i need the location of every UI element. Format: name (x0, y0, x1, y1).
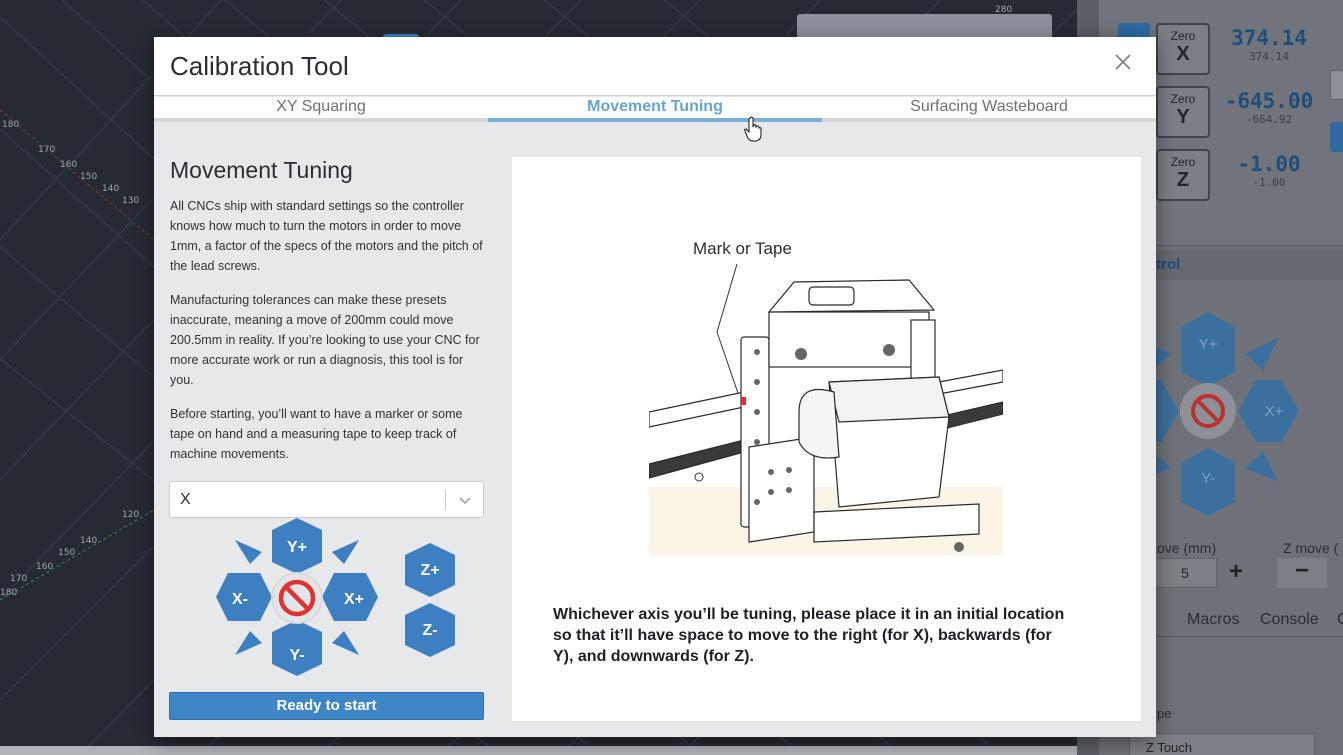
jog-diag-down-left-icon[interactable] (235, 631, 262, 655)
section-title: Movement Tuning (170, 157, 353, 183)
illustration-panel: Mark or Tape Whichever axis you’ll be tu… (512, 157, 1141, 721)
jog-x-minus-label: X- (232, 591, 248, 608)
axis-select[interactable]: X (169, 481, 484, 518)
axis-select-value: X (180, 491, 191, 508)
jog-pad: Y+ Y- X- X+ Z+ Z- (216, 518, 455, 676)
jog-diag-up-left-icon[interactable] (235, 540, 262, 564)
cnc-gantry-illustration: Mark or Tape (649, 242, 1003, 555)
ready-to-start-button[interactable]: Ready to start (169, 692, 484, 720)
mark-or-tape-label: Mark or Tape (693, 242, 792, 258)
jog-diag-up-right-icon[interactable] (332, 540, 359, 564)
tab-xy-squaring[interactable]: XY Squaring (154, 97, 488, 122)
close-icon[interactable] (1110, 49, 1136, 75)
description-paragraph: Before starting, you’ll want to have a m… (170, 407, 463, 461)
hand-cursor-icon (744, 116, 762, 142)
instruction-text: Whichever axis you’ll be tuning, please … (553, 606, 1065, 665)
jog-z-minus-label: Z- (422, 622, 437, 639)
chevron-down-icon[interactable] (458, 493, 472, 507)
modal-title: Calibration Tool (170, 51, 349, 81)
jog-x-plus-label: X+ (344, 591, 364, 608)
tuning-description: Movement Tuning All CNCs ship with stand… (170, 157, 484, 478)
description-paragraph: All CNCs ship with standard settings so … (170, 199, 483, 273)
jog-diag-down-right-icon[interactable] (332, 631, 359, 655)
jog-z-plus-label: Z+ (420, 562, 439, 579)
description-paragraph: Manufacturing tolerances can make these … (170, 293, 480, 387)
tab-movement-tuning[interactable]: Movement Tuning (488, 97, 822, 122)
select-separator (445, 490, 446, 510)
calibration-tabs: XY Squaring Movement Tuning Surfacing Wa… (154, 97, 1156, 122)
calibration-modal: Calibration Tool XY Squaring Movement Tu… (154, 37, 1156, 737)
modal-header: Calibration Tool (154, 37, 1156, 96)
jog-y-minus-label: Y- (289, 647, 304, 664)
jog-y-plus-label: Y+ (287, 539, 307, 556)
tab-surfacing-wasteboard[interactable]: Surfacing Wasteboard (822, 97, 1156, 122)
